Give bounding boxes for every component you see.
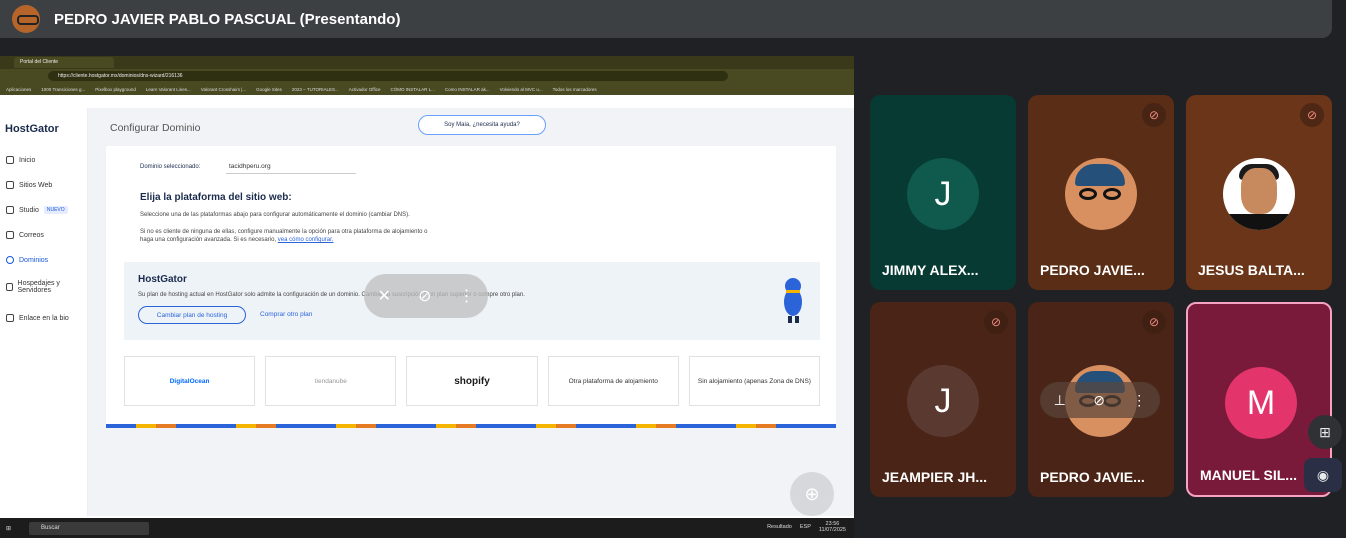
participant-name: JEAMPIER JH... xyxy=(882,469,988,485)
mic-off-icon: ⊘ xyxy=(1300,103,1324,127)
bookmark-item[interactable]: 2023 – TUTORIALES... xyxy=(292,87,339,92)
avatar: J xyxy=(907,158,979,230)
assistant-icon[interactable]: ◉ xyxy=(1304,458,1342,492)
participant-name: PEDRO JAVIE... xyxy=(1040,262,1145,278)
mic-off-icon: ⊘ xyxy=(984,310,1008,334)
bookmark-item[interactable]: Activador Office xyxy=(349,87,381,92)
new-badge: NUEVO xyxy=(43,206,68,214)
bookmarks-bar: Aplicaciones 1000 Transiciones g... Pixe… xyxy=(0,83,854,95)
buy-plan-link[interactable]: Comprar otro plan xyxy=(260,311,312,318)
browser-toolbar: https://cliente.hostgator.mx/dominios/dn… xyxy=(0,69,854,83)
how-to-configure-link[interactable]: vea cómo configurar. xyxy=(278,237,334,243)
clock[interactable]: 23:56 11/07/2025 xyxy=(819,521,846,533)
server-icon xyxy=(6,283,13,291)
provider-tiendanube[interactable]: tiendanube xyxy=(265,356,397,406)
meet-window: PEDRO JAVIER PABLO PASCUAL (Presentando)… xyxy=(0,0,1346,538)
avatar: J xyxy=(907,365,979,437)
bookmark-item[interactable]: Pixelbox playground xyxy=(95,87,136,92)
mic-off-icon: ⊘ xyxy=(1142,310,1166,334)
mic-off-icon[interactable]: ⊘ xyxy=(1093,392,1105,409)
presenter-bar: PEDRO JAVIER PABLO PASCUAL (Presentando) xyxy=(0,0,1332,38)
mic-off-icon[interactable]: ⊘ xyxy=(418,286,431,306)
hostgator-sidebar: HostGator Inicio Sitios Web Studio NUEVO … xyxy=(0,108,88,516)
url-bar[interactable]: https://cliente.hostgator.mx/dominios/dn… xyxy=(48,71,728,81)
nav-sitios-web[interactable]: Sitios Web xyxy=(6,181,52,189)
presenter-title: PEDRO JAVIER PABLO PASCUAL (Presentando) xyxy=(54,10,401,28)
choose-desc-2: Si no es cliente de ninguna de ellas, co… xyxy=(140,229,428,243)
participant-tile[interactable]: ⊘ J JEAMPIER JH... xyxy=(870,302,1016,497)
windows-start-icon[interactable]: ⊞ xyxy=(6,525,11,532)
participant-name: JIMMY ALEX... xyxy=(882,262,979,278)
bookmark-item[interactable]: 1000 Transiciones g... xyxy=(41,87,85,92)
avatar xyxy=(1065,158,1137,230)
browser-tab[interactable]: Portal del Cliente xyxy=(14,57,114,68)
nav-hospedajes[interactable]: Hospedajes y Servidores xyxy=(6,280,76,294)
presenter-avatar xyxy=(12,5,40,33)
taskbar-search[interactable]: Buscar xyxy=(29,521,150,535)
studio-icon xyxy=(6,206,14,214)
avatar xyxy=(1223,158,1295,230)
nav-dominios[interactable]: Dominios xyxy=(6,256,48,264)
tile-controls: ⊥ ⊘ ⋮ xyxy=(1040,382,1160,418)
change-plan-button[interactable]: Cambiar plan de hosting xyxy=(138,306,246,324)
bookmark-item[interactable]: Learn Valorant Lines... xyxy=(146,87,191,92)
domain-label: Dominio seleccionado: xyxy=(140,164,201,170)
mic-off-icon: ⊘ xyxy=(1142,103,1166,127)
unpin-icon[interactable]: ✕ xyxy=(378,286,391,306)
mail-icon xyxy=(6,231,14,239)
website-icon xyxy=(6,181,14,189)
brand-stripe xyxy=(106,424,836,428)
participant-name: JESUS BALTA... xyxy=(1198,262,1305,278)
gator-mascot-icon xyxy=(784,278,802,323)
language-indicator[interactable]: ESP xyxy=(800,524,811,530)
hostgator-box-title: HostGator xyxy=(138,274,187,285)
choose-desc: Seleccione una de las plataformas abajo … xyxy=(140,212,410,218)
provider-options: DigitalOcean tiendanube shopify Otra pla… xyxy=(124,356,821,406)
browser-tab-strip: Portal del Cliente xyxy=(0,56,854,69)
nav-correos[interactable]: Correos xyxy=(6,231,44,239)
participant-name: MANUEL SIL... xyxy=(1200,467,1297,483)
provider-other[interactable]: Otra plataforma de alojamiento xyxy=(547,356,679,406)
avatar: M xyxy=(1225,367,1297,439)
provider-shopify[interactable]: shopify xyxy=(406,356,538,406)
nav-studio[interactable]: Studio NUEVO xyxy=(6,206,68,214)
participant-tile[interactable]: ⊘ JESUS BALTA... xyxy=(1186,95,1332,290)
windows-taskbar: ⊞ Buscar Resultado ESP 23:56 11/07/2025 xyxy=(0,518,854,538)
provider-digitalocean[interactable]: DigitalOcean xyxy=(124,356,256,406)
participant-tile[interactable]: ⊘ PEDRO JAVIE... xyxy=(1028,95,1174,290)
page-title: Configurar Dominio xyxy=(110,122,201,134)
choose-platform-title: Elija la plataforma del sitio web: xyxy=(140,192,292,203)
globe-icon xyxy=(6,256,14,264)
bookmark-item[interactable]: Volviendo al MVC u... xyxy=(500,87,543,92)
maia-help-button[interactable]: Soy Maia, ¿necesita ayuda? xyxy=(418,115,546,135)
hostgator-main: Configurar Dominio Soy Maia, ¿necesita a… xyxy=(88,108,854,516)
bookmark-item[interactable]: Todos los marcadores xyxy=(553,87,597,92)
bookmark-item[interactable]: Valorant Crosshairs |... xyxy=(201,87,246,92)
participant-name: PEDRO JAVIE... xyxy=(1040,469,1145,485)
apps-icon[interactable]: ⊞ xyxy=(1308,415,1342,449)
shared-screen[interactable]: Portal del Cliente https://cliente.hostg… xyxy=(0,56,854,538)
hostgator-logo[interactable]: HostGator xyxy=(5,123,59,135)
zoom-in-icon[interactable]: ⊕ xyxy=(790,472,834,516)
participant-tile[interactable]: J JIMMY ALEX... xyxy=(870,95,1016,290)
bookmark-item[interactable]: Como INSTALAR ak... xyxy=(445,87,490,92)
participant-tile[interactable]: ⊘ ⊥ ⊘ ⋮ PEDRO JAVIE... xyxy=(1028,302,1174,497)
system-tray: Resultado ESP 23:56 11/07/2025 xyxy=(767,521,846,533)
weather-status[interactable]: Resultado xyxy=(767,524,792,530)
bookmark-item[interactable]: Google Sites xyxy=(256,87,282,92)
link-icon xyxy=(6,314,14,322)
more-vert-icon[interactable]: ⋮ xyxy=(1132,392,1146,409)
more-vert-icon[interactable]: ⋮ xyxy=(458,286,474,306)
bookmark-item[interactable]: CÓMO INSTALAR L... xyxy=(390,87,434,92)
pin-icon[interactable]: ⊥ xyxy=(1054,392,1066,409)
bookmark-item[interactable]: Aplicaciones xyxy=(6,87,31,92)
nav-inicio[interactable]: Inicio xyxy=(6,156,35,164)
domain-field[interactable]: tacidhperu.org xyxy=(226,160,356,174)
nav-enlace-bio[interactable]: Enlace en la bio xyxy=(6,314,69,322)
presentation-controls: ✕ ⊘ ⋮ xyxy=(364,274,488,318)
home-icon xyxy=(6,156,14,164)
provider-no-hosting[interactable]: Sin alojamiento (apenas Zona de DNS) xyxy=(688,356,821,406)
